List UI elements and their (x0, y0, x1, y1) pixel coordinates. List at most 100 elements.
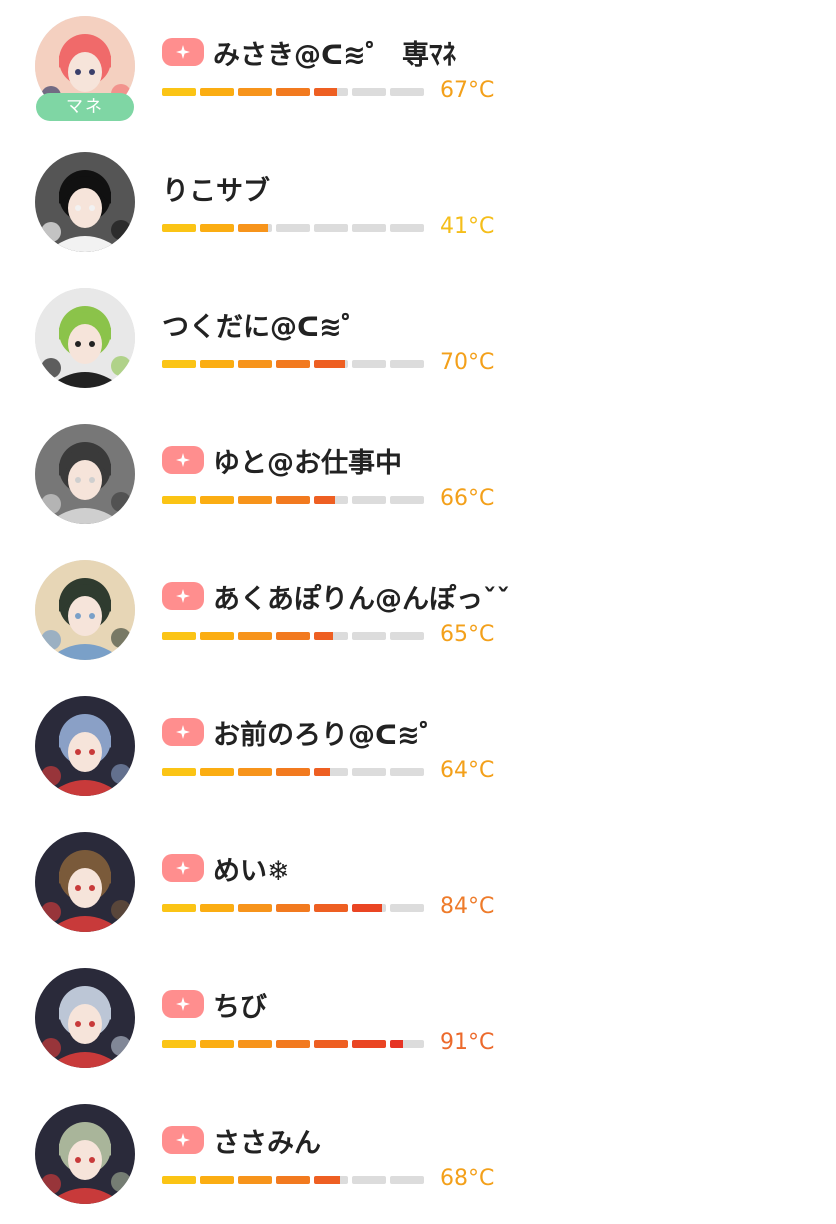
user-avatar[interactable] (35, 832, 135, 932)
user-name: めい❄︎ (213, 855, 290, 887)
meter-segment (162, 496, 196, 504)
meter-segment-fill (238, 1040, 272, 1048)
meter-segment-fill (238, 496, 272, 504)
meter-segment-fill (238, 904, 272, 912)
meter-segment (314, 224, 348, 232)
sparkle-icon (162, 718, 204, 746)
meter-segment-fill (162, 360, 196, 368)
user-avatar[interactable] (35, 424, 135, 524)
meter-segment (200, 904, 234, 912)
temperature-meter (162, 904, 428, 912)
meter-segment (314, 496, 348, 504)
name-line: お前のろり@ᑕ≋゜ (162, 712, 447, 752)
sparkle-icon (162, 582, 204, 610)
meter-segment (162, 768, 196, 776)
meter-segment (238, 904, 272, 912)
meter-segment-fill (162, 768, 196, 776)
meter-segment (390, 904, 424, 912)
user-row[interactable]: ちび 91°C (0, 952, 836, 1088)
user-row[interactable]: ゆと@お仕事中 66°C (0, 408, 836, 544)
meter-segment (352, 904, 386, 912)
user-name: あくあぽりん@んぽっˇˇ (213, 583, 510, 615)
meter-segment-fill (276, 360, 310, 368)
meter-segment-fill (276, 1176, 310, 1184)
meter-segment-fill (200, 360, 234, 368)
meter-segment-fill (162, 88, 196, 96)
user-avatar[interactable] (35, 1104, 135, 1204)
user-name: りこサブ (162, 175, 270, 207)
name-line: りこサブ (162, 168, 270, 208)
user-name: ささみん (213, 1127, 321, 1159)
role-badge: マネ (36, 93, 134, 121)
meter-segment-fill (314, 632, 333, 640)
meter-segment (162, 224, 196, 232)
user-avatar[interactable] (35, 152, 135, 252)
meter-segment (162, 1040, 196, 1048)
meter-segment (162, 1176, 196, 1184)
meter-segment (390, 768, 424, 776)
temperature-meter (162, 360, 428, 368)
meter-segment (314, 1040, 348, 1048)
user-row[interactable]: めい❄︎ 84°C (0, 816, 836, 952)
meter-segment-fill (162, 632, 196, 640)
meter-segment-fill (276, 88, 310, 96)
user-avatar[interactable] (35, 288, 135, 388)
meter-segment-fill (200, 496, 234, 504)
meter-segment (238, 224, 272, 232)
meter-segment (390, 496, 424, 504)
meter-segment (352, 496, 386, 504)
meter-segment (314, 88, 348, 96)
meter-segment (352, 360, 386, 368)
meter-segment (352, 224, 386, 232)
temperature-meter (162, 496, 428, 504)
user-list: マネ みさき@ᑕ≋゜ 専ﾏﾈ 67°C りこサブ 41°C つくだに@ᑕ≋゜ 70°C… (0, 0, 836, 1204)
user-name: ゆと@お仕事中 (213, 447, 402, 479)
temperature-value: 65°C (440, 622, 495, 647)
meter-segment-fill (238, 632, 272, 640)
meter-segment-fill (314, 360, 345, 368)
name-line: ゆと@お仕事中 (162, 440, 402, 480)
sparkle-icon (162, 1126, 204, 1154)
meter-segment (276, 224, 310, 232)
meter-segment (200, 1176, 234, 1184)
temperature-value: 41°C (440, 214, 495, 239)
user-name: みさき@ᑕ≋゜ 専ﾏﾈ (213, 39, 457, 71)
meter-segment (238, 88, 272, 96)
user-avatar[interactable] (35, 696, 135, 796)
meter-segment (276, 632, 310, 640)
user-row[interactable]: ささみん 68°C (0, 1088, 836, 1224)
meter-segment (238, 768, 272, 776)
user-row[interactable]: あくあぽりん@んぽっˇˇ 65°C (0, 544, 836, 680)
meter-segment-fill (200, 904, 234, 912)
meter-segment-fill (238, 224, 268, 232)
user-row[interactable]: マネ みさき@ᑕ≋゜ 専ﾏﾈ 67°C (0, 0, 836, 136)
sparkle-icon (162, 446, 204, 474)
user-avatar[interactable] (35, 560, 135, 660)
meter-segment (390, 632, 424, 640)
meter-segment-fill (314, 768, 331, 776)
meter-segment (276, 768, 310, 776)
user-avatar[interactable] (35, 968, 135, 1068)
meter-segment-fill (162, 904, 196, 912)
temperature-value: 70°C (440, 350, 495, 375)
meter-segment-fill (276, 632, 310, 640)
meter-segment (200, 768, 234, 776)
meter-segment-fill (238, 1176, 272, 1184)
meter-segment (276, 1040, 310, 1048)
meter-segment (352, 88, 386, 96)
meter-segment-fill (276, 904, 310, 912)
user-row[interactable]: お前のろり@ᑕ≋゜ 64°C (0, 680, 836, 816)
meter-segment (200, 224, 234, 232)
user-name: ちび (213, 991, 267, 1023)
user-row[interactable]: りこサブ 41°C (0, 136, 836, 272)
meter-segment-fill (238, 88, 272, 96)
temperature-meter (162, 1176, 428, 1184)
meter-segment-fill (200, 88, 234, 96)
meter-segment (276, 1176, 310, 1184)
meter-segment (200, 632, 234, 640)
meter-segment (238, 360, 272, 368)
temperature-meter (162, 224, 428, 232)
user-row[interactable]: つくだに@ᑕ≋゜ 70°C (0, 272, 836, 408)
temperature-value: 64°C (440, 758, 495, 783)
name-line: ちび (162, 984, 267, 1024)
